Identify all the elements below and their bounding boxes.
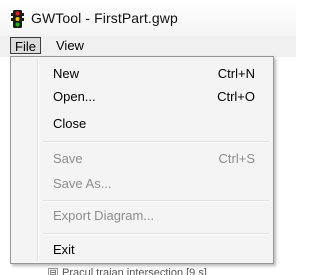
menu-item-label: Save As... [53,176,112,191]
window-title: GWTool - FirstPart.gwp [31,10,178,26]
menu-item-shortcut: Ctrl+O [217,89,255,104]
collapse-icon[interactable]: ⊟ [48,268,58,275]
menu-item-save-as[interactable]: Save As... [13,173,271,195]
menu-item-label: New [53,66,80,81]
menu-item-label: Export Diagram... [53,208,155,223]
menu-item-export-diagram[interactable]: Export Diagram... [13,205,271,227]
file-menu-dropdown: New Ctrl+N Open... Ctrl+O Close Save Ctr… [10,56,274,264]
menu-item-label: Exit [53,242,75,257]
title-bar[interactable]: GWTool - FirstPart.gwp [0,0,296,36]
menu-item-shortcut: Ctrl+S [218,151,255,166]
tree-item-label: Pracul traian intersection [9 s] [62,267,207,275]
menu-separator [43,233,269,235]
tree-item[interactable]: ⊟ Pracul traian intersection [9 s] [48,267,207,275]
menu-item-open[interactable]: Open... Ctrl+O [13,86,271,108]
menu-item-close[interactable]: Close [13,113,271,135]
traffic-light-icon [11,10,24,28]
menu-separator [43,141,269,143]
menu-item-label: Close [53,116,87,131]
menu-item-label: Save [53,151,83,166]
menu-item-new[interactable]: New Ctrl+N [13,63,271,85]
menu-file[interactable]: File [10,37,41,54]
menu-item-exit[interactable]: Exit [13,239,271,261]
menu-view[interactable]: View [52,37,88,54]
menu-bar: File View [0,36,296,57]
menu-item-label: Open... [53,89,96,104]
menu-item-shortcut: Ctrl+N [217,66,255,81]
menu-item-save[interactable]: Save Ctrl+S [13,148,271,170]
app-window: GWTool - FirstPart.gwp File View ⊟ Pracul… [0,0,296,275]
menu-separator [43,200,269,202]
